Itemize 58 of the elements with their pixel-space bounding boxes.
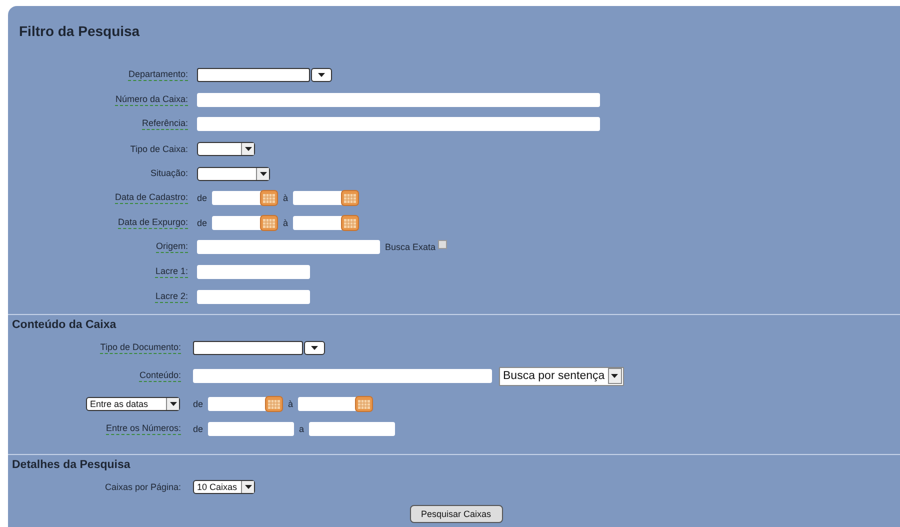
dropdown-button[interactable] xyxy=(304,341,325,355)
field-label: Número da Caixa: xyxy=(115,94,188,106)
text-field[interactable] xyxy=(197,117,600,132)
field-text: de xyxy=(197,193,208,204)
field-label: Referência: xyxy=(142,118,188,130)
caret-icon xyxy=(311,346,318,350)
field-label: Lacre 1: xyxy=(155,266,188,278)
field-label: Entre os Números: xyxy=(106,422,181,434)
combo-field[interactable] xyxy=(193,341,303,355)
field-text: a xyxy=(299,424,304,434)
date-field[interactable] xyxy=(208,396,268,410)
section-title: Detalhes da Pesquisa xyxy=(12,459,132,473)
text-field[interactable] xyxy=(193,369,492,383)
combo-field[interactable] xyxy=(197,68,310,82)
text-field[interactable] xyxy=(197,265,310,280)
text-field[interactable] xyxy=(197,240,380,254)
field-label: Data de Cadastro: xyxy=(114,192,188,204)
field-label: Lacre 2: xyxy=(155,290,188,303)
dropdown-icon xyxy=(166,398,179,410)
dropdown-icon xyxy=(241,481,254,494)
field-text: Busca Exata xyxy=(385,242,436,252)
field-label: Situação: xyxy=(150,168,188,180)
field-label: Conteúdo: xyxy=(139,370,181,382)
form-title: Filtro da Pesquisa xyxy=(19,23,141,41)
field-text: de xyxy=(193,398,204,408)
dropdown-icon xyxy=(256,168,269,180)
dropdown-icon xyxy=(241,143,254,156)
date-field[interactable] xyxy=(298,396,358,410)
dropdown-icon xyxy=(608,368,622,384)
dropdown-select[interactable] xyxy=(197,166,270,181)
field-text: à xyxy=(288,398,294,408)
dropdown-button[interactable] xyxy=(311,68,332,82)
date-field[interactable] xyxy=(293,216,344,230)
section-title: Conteúdo da Caixa xyxy=(12,319,118,333)
field-text: à xyxy=(283,193,288,204)
field-label: Caixas por Página: xyxy=(104,482,181,493)
text-field[interactable] xyxy=(208,422,294,436)
field-text: à xyxy=(283,218,288,228)
dropdown-select[interactable]: Busca por sentença xyxy=(499,366,624,386)
field-text: de xyxy=(193,424,204,434)
field-label: Data de Expurgo: xyxy=(118,216,188,229)
field-label: Departamento: xyxy=(128,69,188,82)
dropdown-select[interactable] xyxy=(197,142,255,156)
field-label: Tipo de Caixa: xyxy=(130,144,188,155)
date-field[interactable] xyxy=(212,216,264,230)
range-type-select[interactable]: Entre as datas xyxy=(86,396,180,410)
text-field[interactable] xyxy=(197,92,600,107)
dropdown-select[interactable]: 10 Caixas xyxy=(193,480,255,494)
field-label: Tipo de Documento: xyxy=(100,342,181,354)
checkbox[interactable] xyxy=(438,240,447,249)
field-label: Origem: xyxy=(156,241,188,254)
text-field[interactable] xyxy=(309,422,396,436)
date-field[interactable] xyxy=(212,191,264,206)
text-field[interactable] xyxy=(197,290,310,304)
field-text: de xyxy=(197,218,208,228)
caret-icon xyxy=(318,73,325,78)
search-button[interactable]: Pesquisar Caixas xyxy=(410,505,502,523)
date-field[interactable] xyxy=(293,191,344,206)
